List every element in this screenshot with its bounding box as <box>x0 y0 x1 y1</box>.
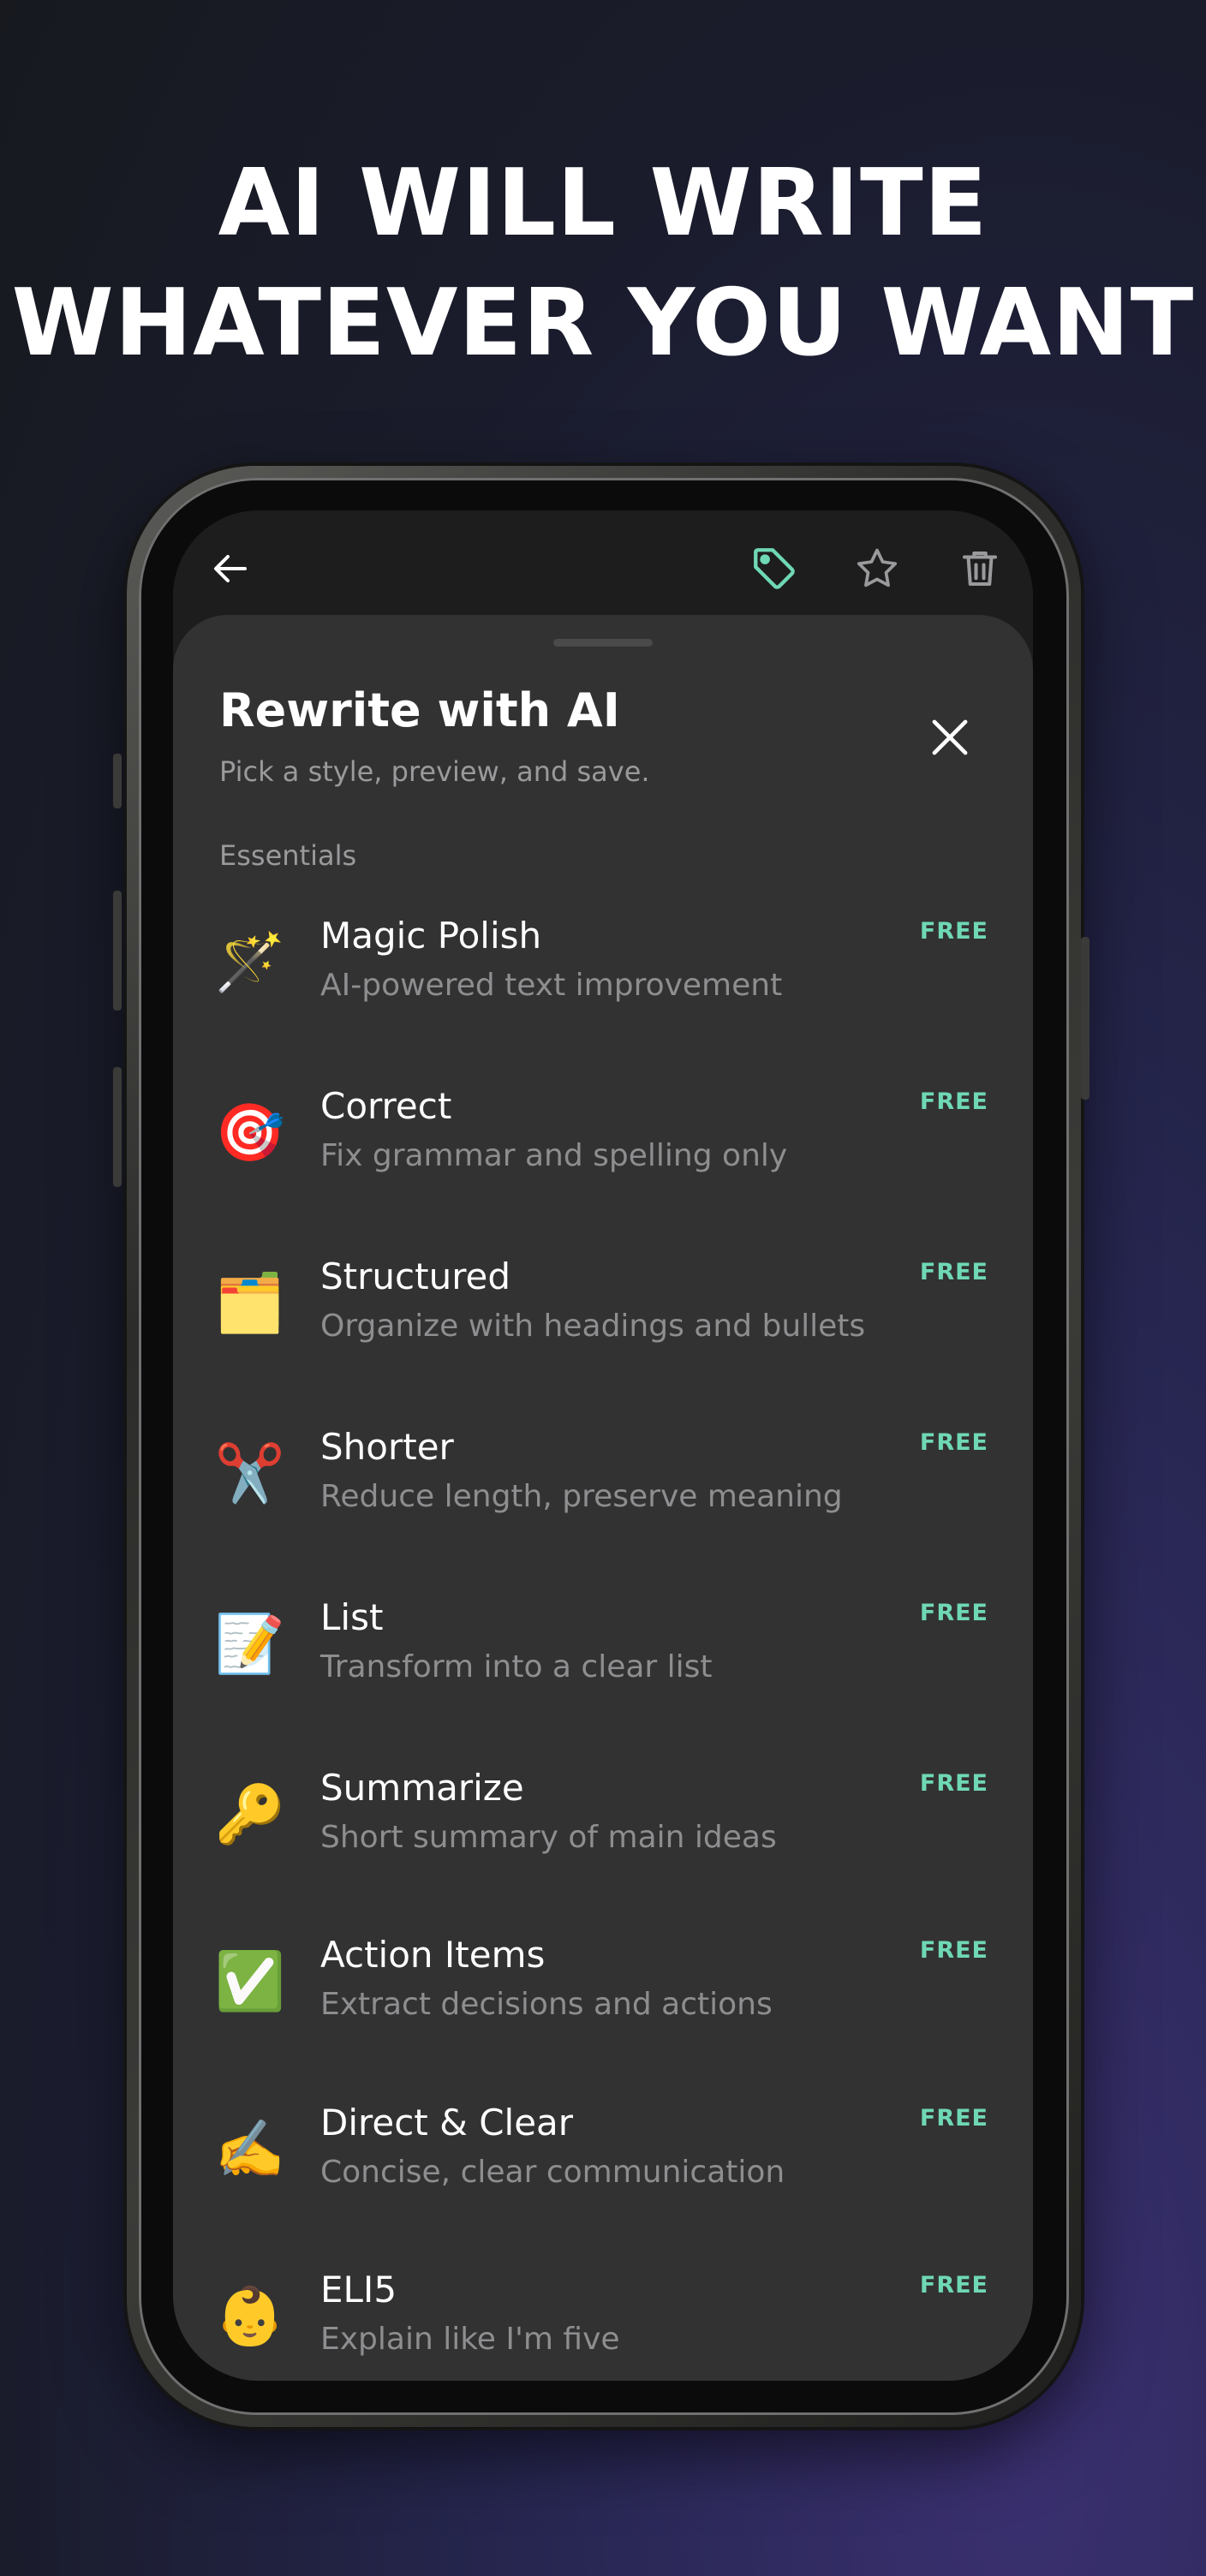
magic-wand-icon: 🪄 <box>214 930 286 993</box>
style-item-description: Fix grammar and spelling only <box>320 1138 788 1173</box>
style-item-description: Reduce length, preserve meaning <box>320 1479 843 1514</box>
headline-line-2: WHATEVER YOU WANT <box>11 270 1195 377</box>
phone-power-button <box>1081 937 1090 1100</box>
arrow-left-icon <box>214 555 247 582</box>
phone-silent-switch <box>113 754 122 808</box>
favorite-button[interactable] <box>851 543 903 594</box>
style-item[interactable]: ✅ Action Items Extract decisions and actio… <box>173 1917 1033 2079</box>
back-button[interactable] <box>206 543 257 594</box>
rewrite-bottom-sheet: Rewrite with AI Pick a style, preview, a… <box>173 615 1033 2381</box>
style-item-title: Action Items <box>320 1934 546 1976</box>
writing-hand-icon: ✍️ <box>214 2117 286 2180</box>
style-item-title: Direct & Clear <box>320 2102 574 2144</box>
delete-button[interactable] <box>954 543 1006 594</box>
phone-volume-up <box>113 891 122 1011</box>
baby-icon: 👶 <box>214 2284 286 2347</box>
style-item-description: Extract decisions and actions <box>320 1987 773 2022</box>
style-item[interactable]: ✍️ Direct & Clear Concise, clear communica… <box>173 2084 1033 2247</box>
style-item-description: Short summary of main ideas <box>320 1820 777 1855</box>
free-badge: FREE <box>919 1088 988 1115</box>
style-item[interactable]: 🪄 Magic Polish AI-powered text improvement… <box>173 897 1033 1060</box>
close-button[interactable] <box>923 711 976 764</box>
style-item[interactable]: 📝 List Transform into a clear list FREE <box>173 1579 1033 1742</box>
sheet-title: Rewrite with AI <box>219 683 620 737</box>
key-icon: 🔑 <box>214 1782 286 1846</box>
headline-line-1: AI WILL WRITE <box>218 150 988 257</box>
style-item[interactable]: 🎯 Correct Fix grammar and spelling only FRE… <box>173 1068 1033 1231</box>
style-item-description: AI-powered text improvement <box>320 968 783 1003</box>
style-item[interactable]: 👶 ELI5 Explain like I'm five FREE <box>173 2251 1033 2381</box>
top-toolbar <box>173 510 1033 613</box>
style-item-title: Summarize <box>320 1767 524 1809</box>
target-icon: 🎯 <box>214 1100 286 1164</box>
style-item[interactable]: ✂️ Shorter Reduce length, preserve meaning… <box>173 1409 1033 1571</box>
memo-icon: 📝 <box>214 1612 286 1675</box>
section-label-essentials: Essentials <box>219 839 357 872</box>
style-item[interactable]: 🔑 Summarize Short summary of main ideas FRE… <box>173 1750 1033 1912</box>
tag-icon <box>754 548 795 589</box>
style-item-description: Organize with headings and bullets <box>320 1309 866 1344</box>
style-item-title: Shorter <box>320 1426 454 1468</box>
style-item-title: Correct <box>320 1085 452 1127</box>
style-item-description: Concise, clear communication <box>320 2155 785 2190</box>
sheet-subtitle: Pick a style, preview, and save. <box>219 755 650 788</box>
phone-volume-down <box>113 1067 122 1187</box>
folder-icon: 🗂️ <box>214 1271 286 1334</box>
app-screen: Rewrite with AI Pick a style, preview, a… <box>173 510 1033 2381</box>
style-item-title: Structured <box>320 1255 511 1297</box>
headline: AI WILL WRITE WHATEVER YOU WANT <box>0 144 1206 384</box>
trash-icon <box>962 551 998 587</box>
free-badge: FREE <box>919 2105 988 2132</box>
free-badge: FREE <box>919 1600 988 1626</box>
style-item-description: Transform into a clear list <box>320 1649 713 1685</box>
free-badge: FREE <box>919 1770 988 1797</box>
free-badge: FREE <box>919 1429 988 1456</box>
style-item[interactable]: 🗂️ Structured Organize with headings and b… <box>173 1238 1033 1401</box>
tag-button[interactable] <box>749 543 800 594</box>
style-item-title: List <box>320 1596 384 1638</box>
sheet-drag-handle[interactable] <box>553 639 653 647</box>
style-item-title: Magic Polish <box>320 915 542 957</box>
free-badge: FREE <box>919 1937 988 1964</box>
free-badge: FREE <box>919 1259 988 1285</box>
close-icon <box>932 719 968 755</box>
star-icon <box>857 548 898 587</box>
scissors-icon: ✂️ <box>214 1441 286 1505</box>
free-badge: FREE <box>919 2272 988 2299</box>
free-badge: FREE <box>919 918 988 945</box>
style-item-description: Explain like I'm five <box>320 2322 620 2357</box>
style-item-title: ELI5 <box>320 2269 397 2311</box>
check-box-icon: ✅ <box>214 1949 286 2012</box>
